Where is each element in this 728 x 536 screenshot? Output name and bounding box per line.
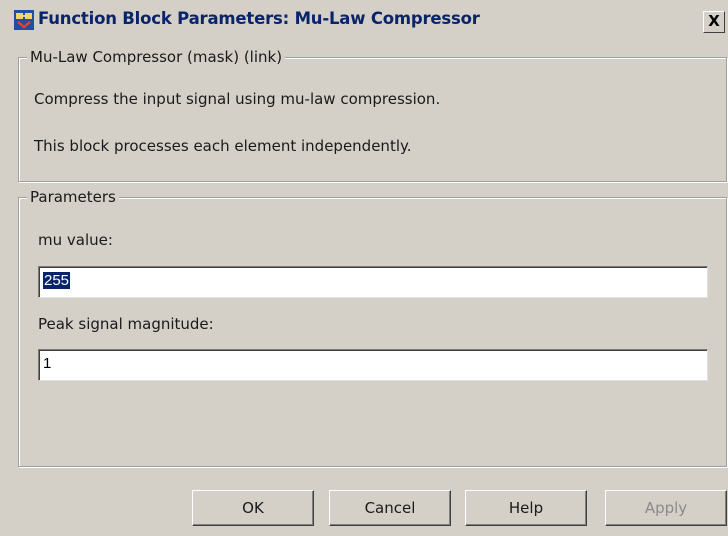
cancel-button[interactable]: Cancel — [329, 490, 451, 526]
mu-value-input[interactable]: 255 — [38, 266, 708, 298]
dialog-window: Function Block Parameters: Mu-Law Compre… — [0, 0, 728, 536]
apply-button[interactable]: Apply — [605, 490, 727, 526]
peak-magnitude-text: 1 — [43, 355, 52, 372]
title-bar[interactable]: Function Block Parameters: Mu-Law Compre… — [0, 0, 728, 42]
description-line-2: This block processes each element indepe… — [34, 137, 412, 155]
mu-value-label: mu value: — [38, 231, 113, 249]
simulink-block-icon — [14, 10, 34, 30]
peak-magnitude-input[interactable]: 1 — [38, 349, 708, 381]
help-button[interactable]: Help — [465, 490, 587, 526]
description-group — [18, 57, 727, 182]
parameters-group-legend: Parameters — [27, 188, 119, 206]
window-title: Function Block Parameters: Mu-Law Compre… — [38, 9, 480, 28]
close-button[interactable]: X — [703, 11, 725, 33]
description-group-legend: Mu-Law Compressor (mask) (link) — [27, 48, 286, 66]
description-line-1: Compress the input signal using mu-law c… — [34, 90, 441, 108]
ok-button[interactable]: OK — [192, 490, 314, 526]
close-icon: X — [708, 12, 720, 30]
mu-value-text: 255 — [43, 272, 71, 289]
peak-magnitude-label: Peak signal magnitude: — [38, 315, 214, 333]
